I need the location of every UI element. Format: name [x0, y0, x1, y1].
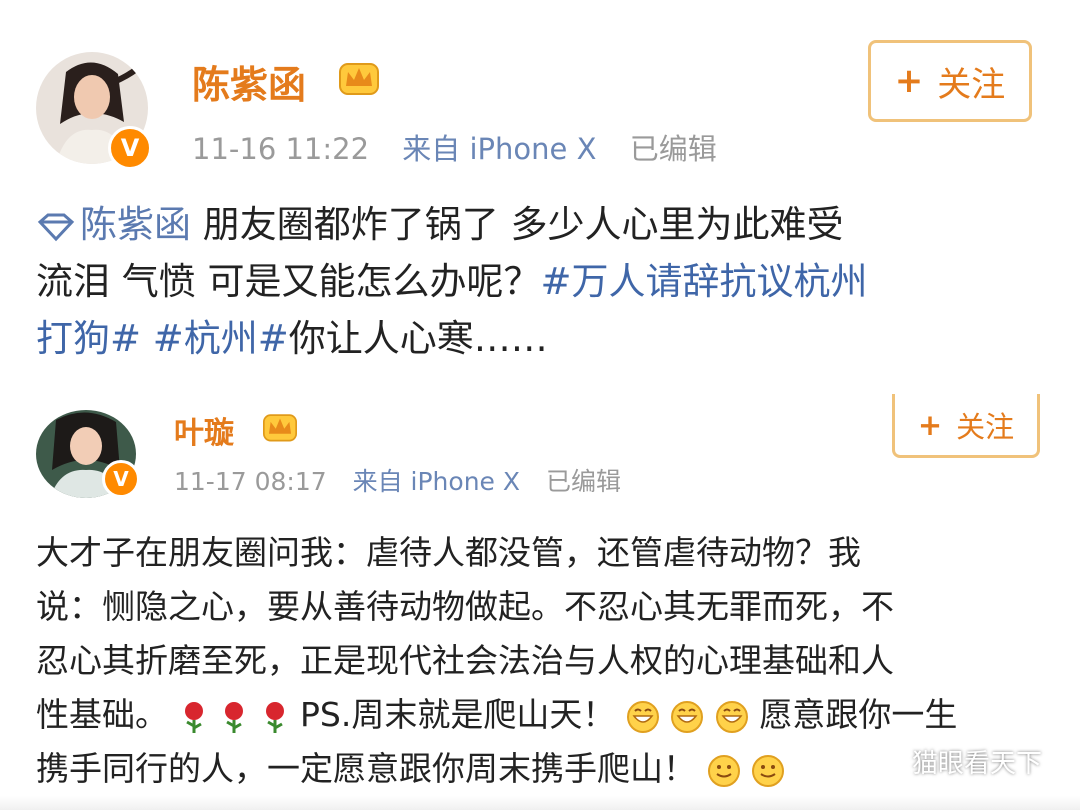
bottom-edge — [0, 796, 1080, 810]
follow-button[interactable]: + 关注 — [868, 40, 1032, 122]
text-segment: 愿意跟你一生 — [759, 695, 958, 734]
post-time: 11-16 11:22 — [192, 132, 370, 166]
grin-emoji-icon — [752, 754, 784, 787]
post-source[interactable]: 来自 iPhone X — [402, 132, 596, 166]
text-segment: 你让人心寒…… — [288, 317, 548, 360]
edited-label: 已编辑 — [545, 467, 621, 496]
grin-emoji-icon — [671, 700, 704, 733]
text-line: 大才子在朋友圈问我：虐待人都没管，还管虐待动物？我 — [36, 533, 861, 572]
grin-emoji-icon — [715, 700, 748, 733]
rose-emoji-icon — [265, 701, 284, 733]
user-name[interactable]: 叶璇 — [174, 408, 234, 452]
grin-emoji-icon — [626, 700, 659, 733]
post-text: 陈紫函 朋友圈都炸了锅了 多少人心里为此难受 流泪 气愤 可是又能怎么办呢？#万… — [36, 196, 1046, 367]
text-line: 性基础。 PS.周末就是爬山天！ 愿意跟你一生 — [36, 688, 1056, 742]
watermark-text: 猫眼看天下 — [911, 749, 1042, 779]
edited-label: 已编辑 — [629, 132, 717, 166]
verified-badge-icon: V — [108, 126, 152, 170]
text-line: 忍心其折磨至死，正是现代社会法治与人权的心理基础和人 — [36, 641, 894, 680]
vip-crown-icon — [339, 63, 379, 95]
vip-crown-icon — [263, 414, 297, 442]
diamond-mention-icon — [37, 213, 75, 241]
post-meta: 11-16 11:22 来自 iPhone X 已编辑 — [192, 126, 741, 168]
follow-label: 关注 — [956, 409, 1015, 444]
hashtag-link[interactable]: #杭州# — [141, 317, 289, 360]
wechat-icon — [872, 748, 906, 774]
watermark: 猫眼看天下 — [872, 743, 1042, 780]
text-segment: 携手同行的人，一定愿意跟你周末携手爬山！ — [36, 749, 696, 788]
text-line: 陈紫函 朋友圈都炸了锅了 多少人心里为此难受 — [36, 196, 1046, 253]
follow-label: 关注 — [937, 64, 1006, 105]
text-segment: 朋友圈都炸了锅了 多少人心里为此难受 — [191, 203, 844, 246]
rose-emoji-icon — [225, 701, 243, 733]
user-name[interactable]: 陈紫函 — [192, 54, 306, 109]
verified-badge-icon: V — [102, 460, 140, 498]
grin-emoji-icon — [707, 754, 740, 787]
hashtag-link[interactable]: #万人请辞抗议杭州 — [541, 260, 868, 303]
text-line: 说：恻隐之心，要从善待动物做起。不忍心其无罪而死，不 — [36, 587, 894, 626]
text-segment: PS.周末就是爬山天！ — [300, 695, 616, 734]
post-ye-xuan: V 叶璇 11-17 08:17 来自 iPhone X 已编辑 + 关注 大才… — [0, 394, 1080, 810]
text-line: 打狗# #杭州#你让人心寒…… — [36, 310, 1046, 367]
plus-icon: + — [894, 61, 924, 101]
rose-emoji-icon — [184, 701, 203, 733]
mention-link[interactable]: 陈紫函 — [80, 203, 191, 246]
post-time: 11-17 08:17 — [174, 467, 327, 496]
text-segment: 性基础。 — [36, 695, 168, 734]
text-line: 流泪 气愤 可是又能怎么办呢？#万人请辞抗议杭州 — [36, 253, 1046, 310]
post-source[interactable]: 来自 iPhone X — [353, 467, 520, 496]
text-segment: 流泪 气愤 可是又能怎么办呢？ — [36, 260, 541, 303]
hashtag-link[interactable]: 打狗# — [36, 317, 141, 360]
plus-icon: + — [917, 407, 943, 442]
post-chen-zihan: V 陈紫函 11-16 11:22 来自 iPhone X 已编辑 + 关注 陈… — [0, 0, 1080, 400]
post-meta: 11-17 08:17 来自 iPhone X 已编辑 — [174, 462, 645, 498]
follow-button[interactable]: + 关注 — [892, 394, 1040, 458]
